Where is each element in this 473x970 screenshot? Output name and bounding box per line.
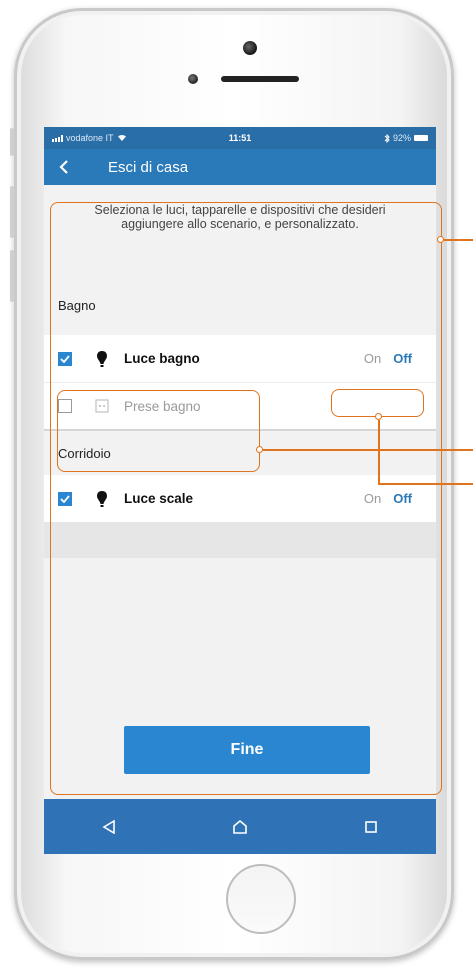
section-header-bagno: Bagno bbox=[58, 297, 96, 313]
on-off-toggle[interactable]: On Off bbox=[364, 491, 422, 506]
done-button[interactable]: Fine bbox=[124, 726, 370, 774]
annotation-dot bbox=[375, 413, 382, 420]
volume-up-button bbox=[10, 186, 14, 238]
nav-home-button[interactable] bbox=[220, 807, 260, 847]
annotation-leader bbox=[263, 449, 473, 451]
socket-icon bbox=[94, 397, 110, 415]
check-icon bbox=[60, 494, 70, 503]
camera-icon bbox=[243, 41, 257, 55]
nav-back-button[interactable] bbox=[89, 807, 129, 847]
bluetooth-icon bbox=[384, 133, 390, 143]
checkbox-luce-scale[interactable] bbox=[58, 491, 72, 506]
page-title: Esci di casa bbox=[108, 158, 189, 176]
toggle-on[interactable]: On bbox=[364, 351, 381, 366]
bulb-icon bbox=[94, 490, 110, 508]
toggle-off[interactable]: Off bbox=[393, 491, 412, 506]
back-button[interactable] bbox=[44, 160, 84, 174]
recents-square-icon bbox=[364, 820, 377, 833]
intro-text: Seleziona le luci, tapparelle e disposit… bbox=[94, 203, 386, 231]
check-icon bbox=[60, 354, 70, 363]
wifi-icon bbox=[117, 134, 126, 141]
annotation-dot bbox=[437, 236, 444, 243]
annotation-leader bbox=[444, 239, 473, 241]
status-bar: vodafone IT 11:51 92% bbox=[44, 127, 436, 149]
status-time: 11:51 bbox=[228, 133, 252, 143]
toggle-on[interactable]: On bbox=[364, 491, 381, 506]
checkbox-prese-bagno[interactable] bbox=[58, 399, 72, 413]
empty-band bbox=[44, 522, 436, 558]
row-label: Luce scale bbox=[124, 491, 194, 506]
on-off-toggle[interactable]: On Off bbox=[364, 351, 422, 366]
volume-down-button bbox=[10, 250, 14, 302]
row-label: Luce bagno bbox=[124, 351, 200, 366]
battery-icon bbox=[413, 135, 428, 141]
home-outline-icon bbox=[233, 819, 247, 834]
row-label: Prese bagno bbox=[124, 398, 201, 414]
toggle-off[interactable]: Off bbox=[393, 351, 412, 366]
back-triangle-icon bbox=[102, 819, 116, 834]
list-item[interactable]: Luce bagno On Off bbox=[44, 335, 436, 382]
android-nav-bar bbox=[44, 799, 436, 854]
bulb-icon bbox=[94, 350, 110, 368]
annotation-dot bbox=[256, 446, 263, 453]
nav-recents-button[interactable] bbox=[351, 807, 391, 847]
mute-switch bbox=[10, 128, 14, 156]
home-button[interactable] bbox=[226, 864, 296, 934]
chevron-left-icon bbox=[59, 160, 68, 174]
earpiece-speaker bbox=[221, 76, 299, 82]
checkbox-luce-bagno[interactable] bbox=[58, 351, 72, 366]
annotation-leader bbox=[378, 420, 380, 484]
annotation-leader bbox=[378, 483, 473, 485]
battery-percent: 92% bbox=[392, 133, 411, 143]
phone-screen: vodafone IT 11:51 92% Esci di casa Selez… bbox=[44, 127, 436, 854]
front-camera-icon bbox=[188, 74, 198, 84]
carrier-label: vodafone IT bbox=[66, 133, 114, 143]
signal-icon bbox=[52, 134, 63, 142]
app-bar: Esci di casa bbox=[44, 149, 436, 185]
